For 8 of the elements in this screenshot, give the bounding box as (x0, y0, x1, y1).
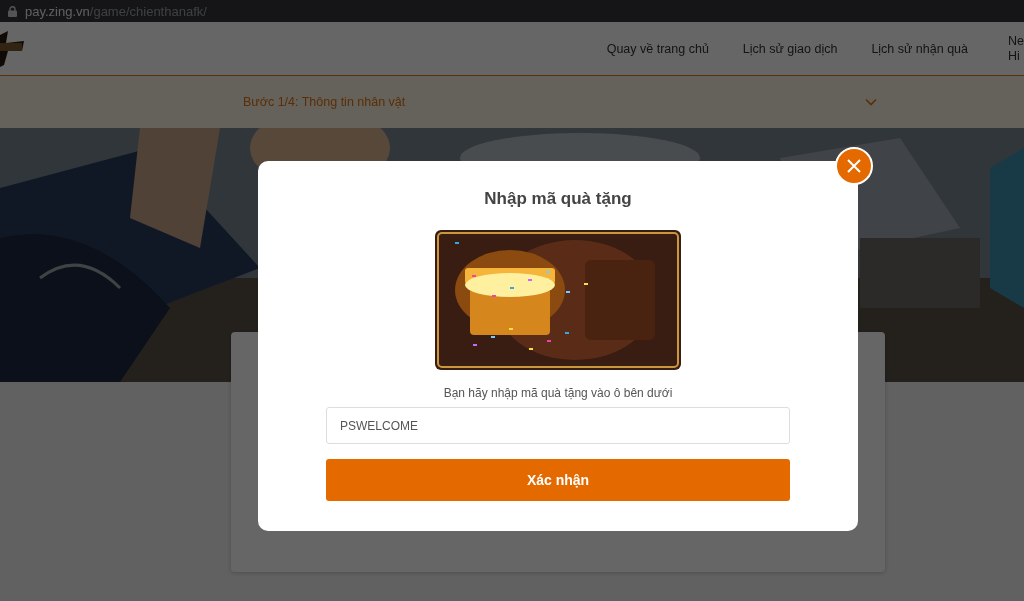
confirm-button[interactable]: Xác nhận (326, 459, 790, 501)
prompt-text: Bạn hãy nhập mã quà tặng vào ô bên dưới (443, 386, 673, 400)
nav-link[interactable]: Ne Hi (1008, 33, 1024, 64)
lock-icon (8, 5, 17, 17)
nav-link[interactable]: Lịch sử giao dịch (742, 41, 838, 56)
nav-link[interactable]: Lịch sử nhận quà (871, 41, 968, 56)
nav-link[interactable]: Quay về trang chủ (606, 41, 709, 56)
gift-code-field[interactable]: PSWELCOME (326, 407, 790, 444)
